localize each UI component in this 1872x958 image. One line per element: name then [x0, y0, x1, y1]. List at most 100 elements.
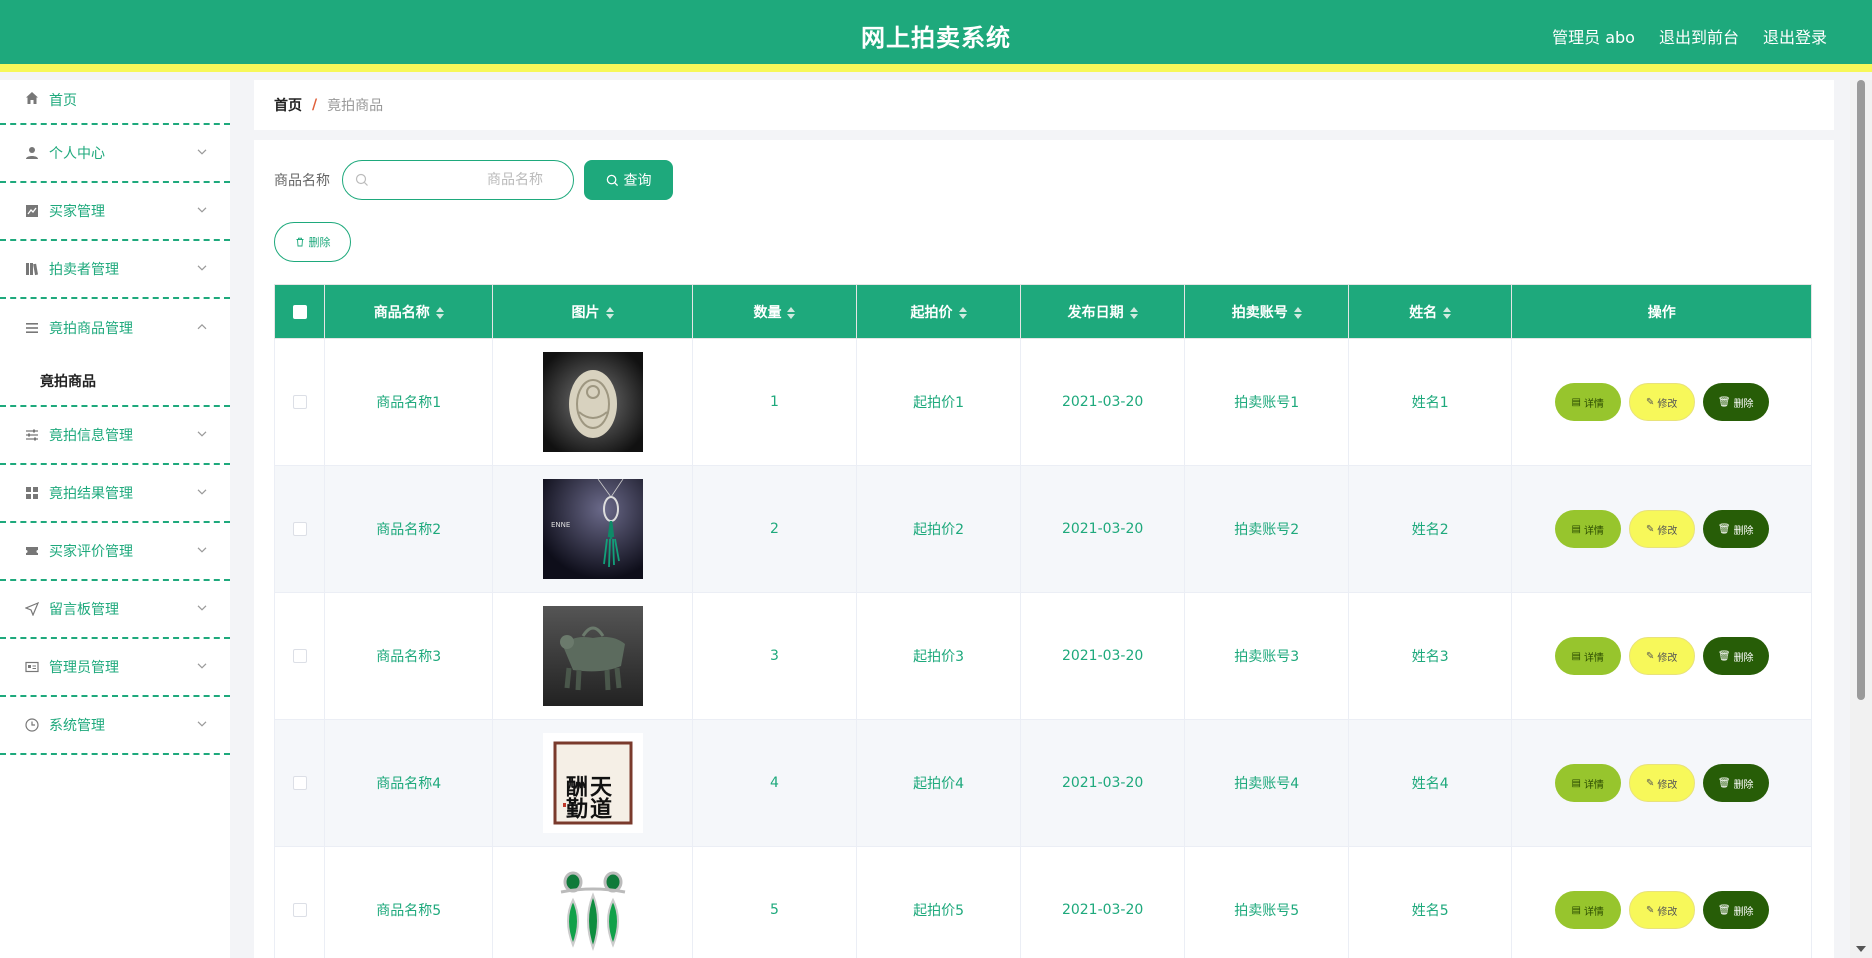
sidebar-item-label: 买家管理: [49, 204, 105, 220]
chevron-down-icon: [197, 605, 207, 611]
admin-user-label[interactable]: 管理员 abo: [1552, 24, 1635, 48]
calligraphy-line-2: 酬勤: [562, 775, 588, 820]
chevron-down-icon: [197, 265, 207, 271]
row-checkbox[interactable]: [292, 649, 307, 663]
chevron-down-icon: [197, 489, 207, 495]
sidebar-item-seller-management[interactable]: 拍卖者管理: [0, 241, 230, 299]
page-scrollbar[interactable]: [1850, 80, 1872, 958]
search-bar: 商品名称 查询: [274, 160, 673, 200]
books-icon: [24, 261, 40, 277]
column-header-auction-account[interactable]: 拍卖账号: [1184, 284, 1349, 339]
sidebar-item-message-board-management[interactable]: 留言板管理: [0, 581, 230, 639]
row-checkbox[interactable]: [292, 395, 307, 409]
column-header-quantity[interactable]: 数量: [691, 284, 858, 339]
delete-button[interactable]: 🗑 删除: [1702, 891, 1769, 929]
sidebar-item-label: 个人中心: [49, 146, 105, 162]
sidebar-item-auction-info-management[interactable]: 竟拍信息管理: [0, 407, 230, 465]
delete-button[interactable]: 🗑 删除: [1702, 637, 1769, 675]
edit-button[interactable]: ✎ 修改: [1628, 891, 1695, 929]
sidebar-item-personal-center[interactable]: 个人中心: [0, 125, 230, 183]
sidebar-item-auction-goods-management[interactable]: 竟拍商品管理: [0, 299, 230, 357]
trash-icon: 🗑: [1717, 396, 1731, 408]
row-checkbox[interactable]: [292, 522, 307, 536]
detail-button[interactable]: ▤ 详情: [1554, 891, 1621, 929]
cell-image: [492, 592, 693, 720]
column-header-image[interactable]: 图片: [492, 284, 693, 339]
scroll-down-arrow-icon[interactable]: [1856, 946, 1866, 952]
sort-icon[interactable]: [1129, 306, 1138, 319]
cell-auction-account: 拍卖账号5: [1184, 846, 1349, 958]
cell-start-price: 起拍价3: [856, 592, 1021, 720]
detail-button[interactable]: ▤ 详情: [1554, 764, 1621, 802]
jade-pendant-image[interactable]: ENNE: [542, 479, 643, 579]
edit-button[interactable]: ✎ 修改: [1628, 510, 1695, 548]
breadcrumb-current: 竟拍商品: [327, 98, 384, 114]
sidebar-item-buyer-review-management[interactable]: 买家评价管理: [0, 523, 230, 581]
chevron-down-icon: [197, 149, 207, 155]
cell-person-name: 姓名5: [1347, 846, 1513, 958]
clock-icon: [24, 717, 40, 733]
cell-name: 商品名称3: [324, 592, 494, 720]
column-header-publish-date[interactable]: 发布日期: [1019, 284, 1186, 339]
product-name-search-input[interactable]: [343, 161, 573, 199]
sort-icon[interactable]: [1443, 306, 1452, 319]
edit-button[interactable]: ✎ 修改: [1628, 637, 1695, 675]
batch-delete-button[interactable]: 删除: [274, 222, 351, 262]
sidebar-item-buyer-management[interactable]: 买家管理: [0, 183, 230, 241]
cell-auction-account: 拍卖账号2: [1184, 465, 1349, 593]
edit-button[interactable]: ✎ 修改: [1628, 383, 1695, 421]
cell-auction-account: 拍卖账号3: [1184, 592, 1349, 720]
sidebar-subitem-auction-goods[interactable]: 竟拍商品: [0, 357, 230, 407]
delete-button[interactable]: 🗑 删除: [1702, 510, 1769, 548]
delete-button[interactable]: 🗑 删除: [1702, 764, 1769, 802]
edit-button[interactable]: ✎ 修改: [1628, 764, 1695, 802]
document-icon: ▤: [1571, 777, 1581, 789]
column-header-start-price[interactable]: 起拍价: [856, 284, 1021, 339]
chart-icon: [24, 203, 40, 219]
document-icon: ▤: [1571, 523, 1581, 535]
detail-button[interactable]: ▤ 详情: [1554, 637, 1621, 675]
chevron-down-icon: [197, 547, 207, 553]
cell-operations: ▤ 详情 ✎ 修改 🗑 删除: [1511, 592, 1812, 720]
sort-icon[interactable]: [1293, 306, 1302, 319]
row-checkbox[interactable]: [292, 903, 307, 917]
sidebar-item-admin-management[interactable]: 管理员管理: [0, 639, 230, 697]
search-icon: [606, 174, 618, 186]
sort-icon[interactable]: [787, 306, 796, 319]
chevron-up-icon: [197, 323, 207, 330]
content-card: 商品名称 查询 删除 商品名称 图片 数量: [254, 140, 1834, 958]
pencil-icon: ✎: [1646, 396, 1655, 408]
detail-button[interactable]: ▤ 详情: [1554, 383, 1621, 421]
trash-icon: [296, 237, 303, 247]
grid-icon: [24, 485, 40, 501]
row-checkbox[interactable]: [292, 776, 307, 790]
scrollbar-thumb[interactable]: [1857, 80, 1865, 700]
cell-image: [492, 338, 693, 466]
sort-icon[interactable]: [605, 306, 614, 319]
sidebar-item-auction-result-management[interactable]: 竟拍结果管理: [0, 465, 230, 523]
sort-icon[interactable]: [958, 306, 967, 319]
breadcrumb-home[interactable]: 首页: [274, 95, 302, 115]
logout-link[interactable]: 退出登录: [1763, 24, 1827, 48]
jade-carving-image[interactable]: [542, 352, 643, 452]
cell-name: 商品名称4: [324, 719, 494, 847]
emerald-earrings-image[interactable]: [542, 860, 643, 958]
select-all-checkbox[interactable]: [292, 304, 307, 319]
sidebar-item-home[interactable]: 首页: [0, 80, 230, 125]
calligraphy-line-1: 天道: [586, 775, 612, 819]
delete-button[interactable]: 🗑 删除: [1702, 383, 1769, 421]
column-header-person-name[interactable]: 姓名: [1347, 284, 1513, 339]
bronze-vessel-image[interactable]: [542, 606, 643, 706]
query-button[interactable]: 查询: [584, 160, 673, 200]
ticket-icon: [24, 543, 40, 559]
exit-to-frontend-link[interactable]: 退出到前台: [1659, 24, 1739, 48]
detail-button[interactable]: ▤ 详情: [1554, 510, 1621, 548]
top-header: 网上拍卖系统 管理员 abo 退出到前台 退出登录: [0, 0, 1872, 72]
sort-icon[interactable]: [435, 306, 444, 319]
cell-person-name: 姓名1: [1347, 338, 1513, 466]
cell-quantity: 4: [691, 719, 858, 847]
sidebar-item-system-management[interactable]: 系统管理: [0, 697, 230, 755]
column-header-name[interactable]: 商品名称: [324, 284, 494, 339]
table-row: 商品名称3 3 起拍价3 2021-03-20 拍卖账号3 姓名3 ▤ 详情 ✎…: [273, 592, 1812, 720]
calligraphy-image[interactable]: 天道 酬勤: [542, 733, 643, 833]
